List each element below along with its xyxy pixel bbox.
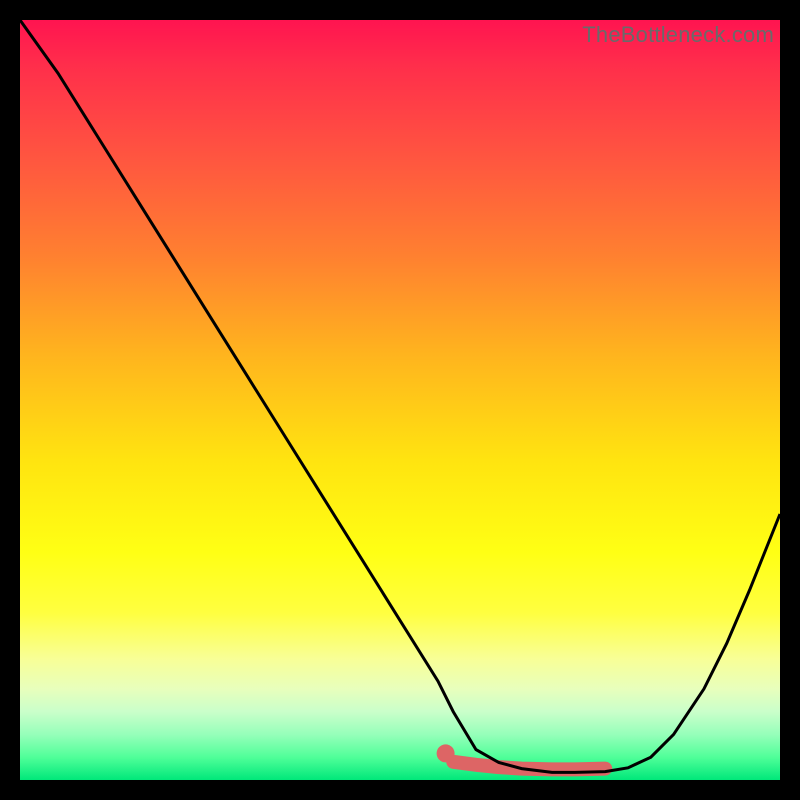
marker-dot: [437, 744, 455, 762]
chart-svg: [20, 20, 780, 780]
gradient-plot-area: TheBottleneck.com: [20, 20, 780, 780]
bottleneck-curve: [20, 20, 780, 772]
